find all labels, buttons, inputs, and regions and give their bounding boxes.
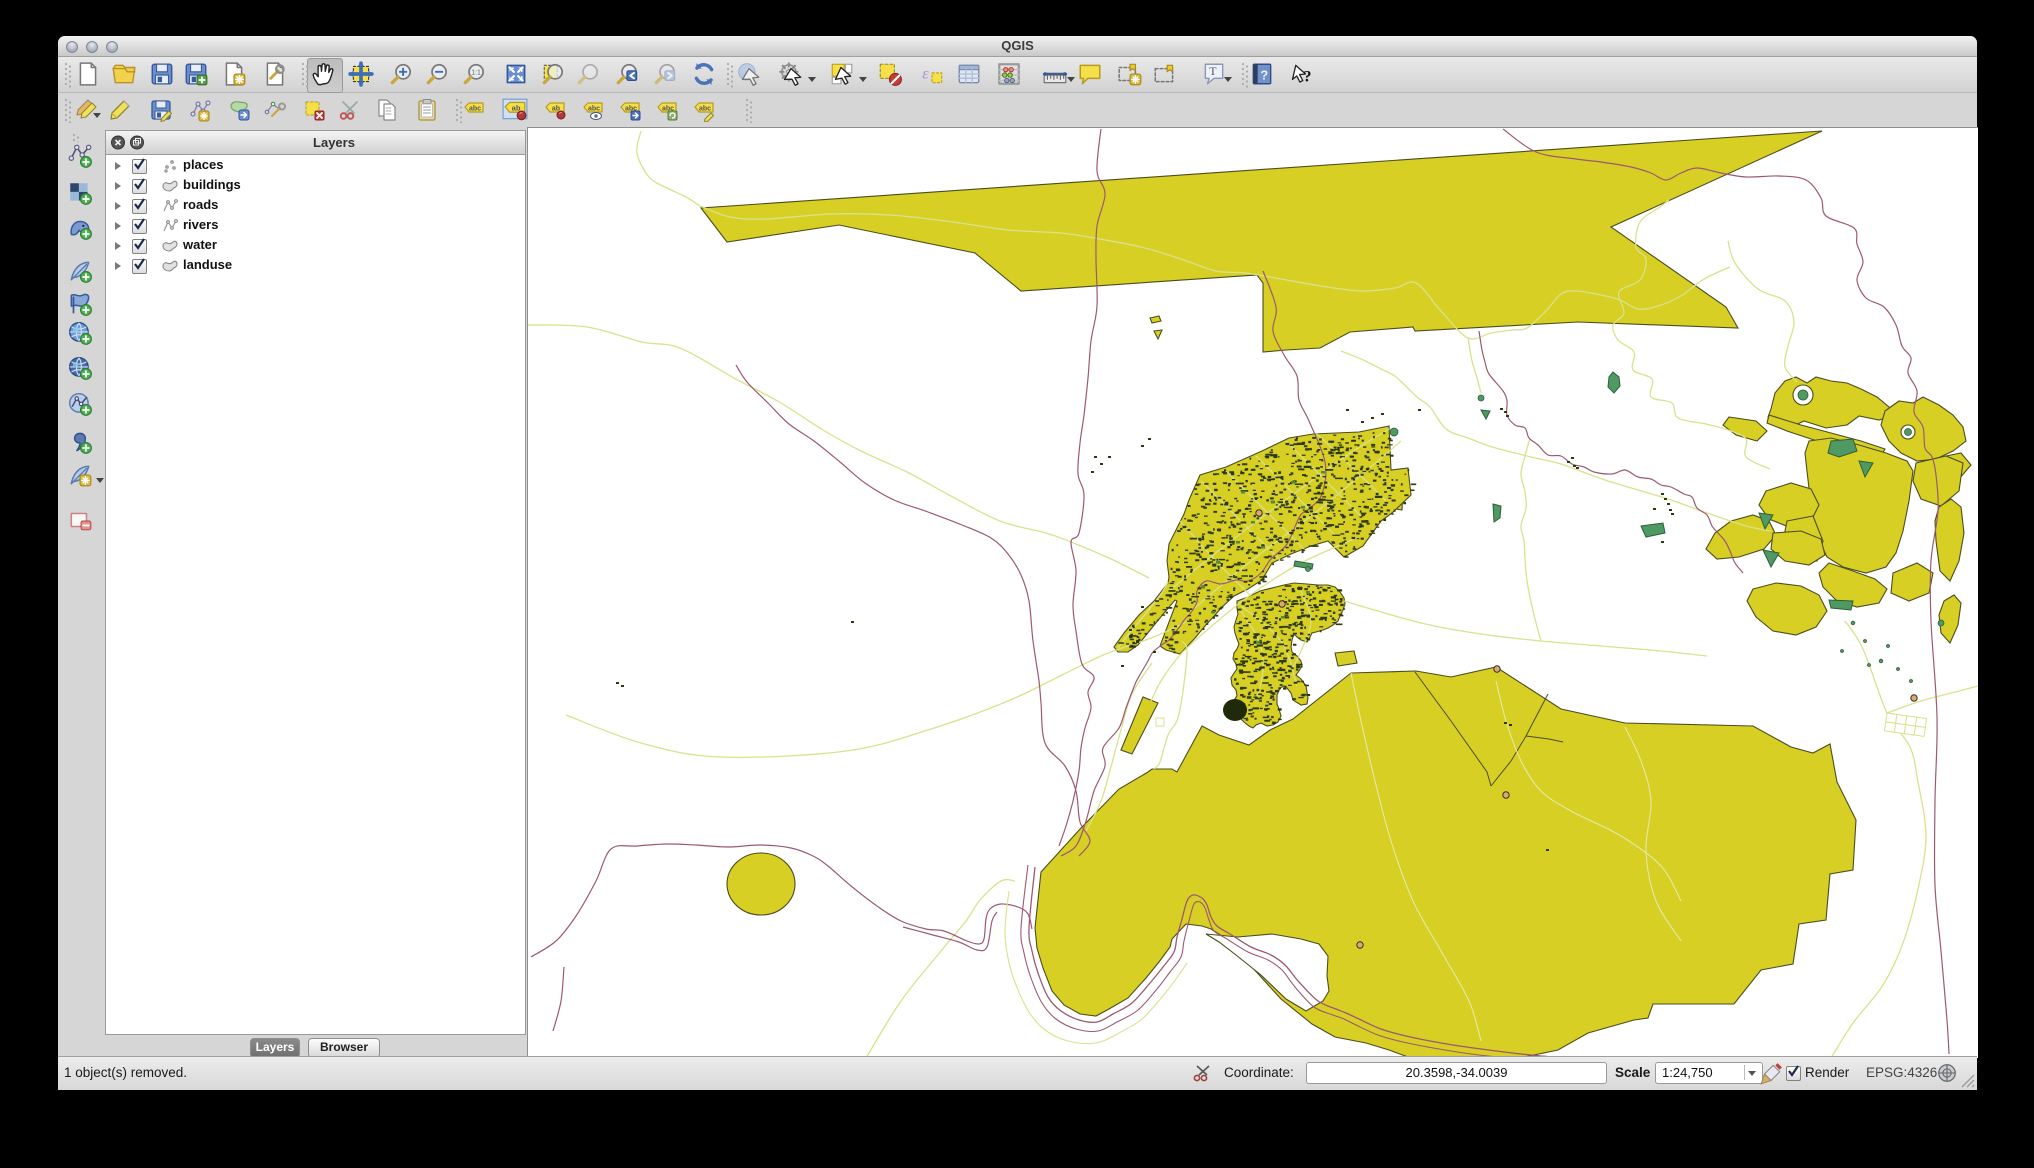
svg-text:ε: ε [922,64,929,82]
svg-text:abc: abc [699,106,711,113]
svg-text:T: T [1209,64,1217,78]
svg-text:abc: abc [588,106,600,113]
svg-text:?: ? [1260,67,1268,82]
svg-text:abc: abc [469,106,481,113]
svg-text:1:1: 1:1 [471,70,481,77]
svg-text:?: ? [1303,68,1311,86]
